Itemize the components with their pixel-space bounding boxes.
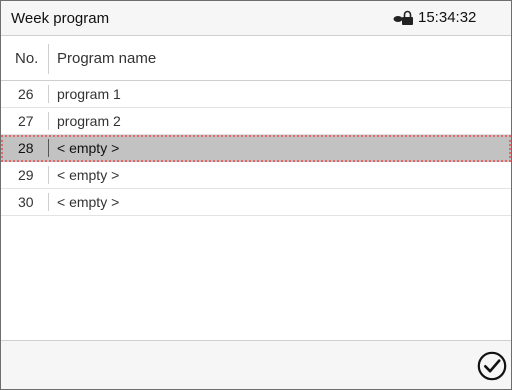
column-header-no: No. (15, 50, 39, 67)
table-row[interactable]: 29 < empty > (1, 162, 511, 189)
status-area: 15:34:32 (393, 9, 476, 26)
row-number: 30 (18, 194, 34, 210)
checkmark-circle-icon[interactable] (477, 351, 507, 381)
clock-time: 15:34:32 (418, 9, 477, 26)
row-program-name: < empty > (57, 167, 120, 183)
week-program-window: Week program 15:34:32 No. Program name 2… (0, 0, 512, 390)
row-divider (48, 112, 49, 130)
table-row[interactable]: 30 < empty > (1, 189, 511, 216)
row-number: 28 (18, 140, 34, 156)
column-header-row: No. Program name (1, 36, 511, 81)
row-program-name: program 2 (57, 113, 121, 129)
program-list: 26 program 1 27 program 2 28 < empty > 2… (1, 81, 511, 216)
row-program-name: < empty > (57, 194, 120, 210)
row-number: 29 (18, 167, 34, 183)
table-row-selected[interactable]: 28 < empty > (1, 135, 511, 162)
row-number: 27 (18, 113, 34, 129)
row-divider (48, 193, 49, 211)
row-number: 26 (18, 86, 34, 102)
table-row[interactable]: 27 program 2 (1, 108, 511, 135)
table-row[interactable]: 26 program 1 (1, 81, 511, 108)
title-bar: Week program 15:34:32 (1, 1, 511, 36)
row-program-name: < empty > (57, 140, 120, 156)
row-divider (48, 85, 49, 103)
row-program-name: program 1 (57, 86, 121, 102)
column-header-program-name: Program name (57, 50, 157, 67)
footer-bar (1, 340, 511, 389)
lock-icon (393, 10, 413, 25)
column-divider (48, 44, 49, 74)
row-divider (48, 166, 49, 184)
page-title: Week program (11, 10, 110, 27)
row-divider (48, 139, 49, 157)
